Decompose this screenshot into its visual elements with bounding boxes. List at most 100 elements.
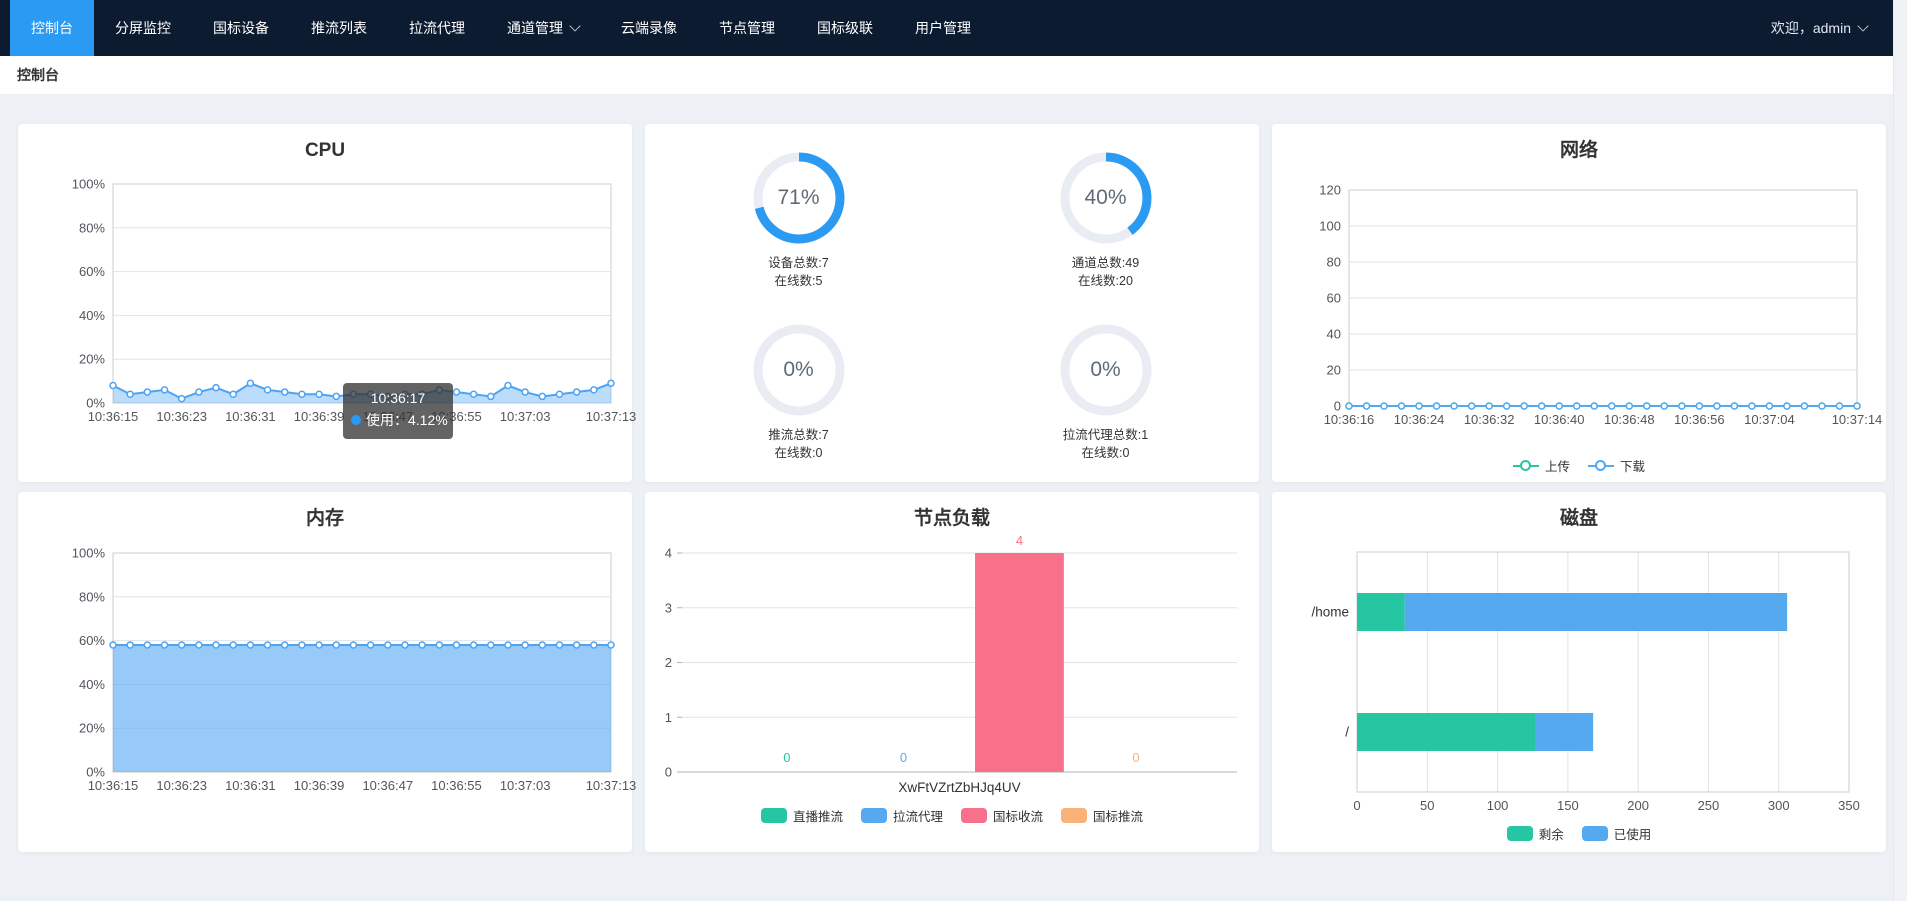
legend-item-2[interactable]: 下载 bbox=[1588, 456, 1645, 475]
disk-panel: 磁盘 050100150200250300350/home/ 剩余已使用 bbox=[1272, 492, 1886, 852]
dashboard-grid: CPU 0%20%40%60%80%100%10:36:1510:36:2310… bbox=[18, 124, 1907, 852]
gauge-2: 40%通道总数:49在线数:20 bbox=[952, 148, 1259, 290]
legend-label: 拉流代理 bbox=[893, 806, 943, 825]
nav-item-label: 拉流代理 bbox=[409, 18, 465, 38]
svg-text:10:37:13: 10:37:13 bbox=[586, 409, 637, 424]
legend-swatch-icon bbox=[1061, 808, 1087, 823]
svg-text:0: 0 bbox=[783, 750, 790, 765]
nav-item-4[interactable]: 推流列表 bbox=[290, 0, 388, 56]
gauge-ring: 71% bbox=[749, 148, 849, 248]
svg-text:10:37:03: 10:37:03 bbox=[500, 778, 551, 793]
legend-line-circle-icon bbox=[1588, 460, 1614, 472]
network-legend: 上传下载 bbox=[1513, 456, 1645, 475]
scrollbar[interactable] bbox=[1893, 0, 1907, 901]
nodeload-chart[interactable]: 012340040XwFtVZrtZbHJq4UV bbox=[652, 540, 1252, 798]
nav-item-6[interactable]: 通道管理 bbox=[486, 0, 600, 56]
legend-line-circle-icon bbox=[1513, 460, 1539, 472]
svg-text:60%: 60% bbox=[79, 633, 105, 648]
svg-text:10:36:39: 10:36:39 bbox=[294, 778, 345, 793]
legend-swatch-icon bbox=[961, 808, 987, 823]
legend-item-2[interactable]: 已使用 bbox=[1582, 824, 1652, 843]
legend-item-3[interactable]: 国标收流 bbox=[961, 806, 1043, 825]
svg-text:10:36:48: 10:36:48 bbox=[1604, 412, 1655, 427]
svg-text:10:37:14: 10:37:14 bbox=[1832, 412, 1883, 427]
breadcrumb-bar: 控制台 bbox=[0, 56, 1893, 94]
legend-item-4[interactable]: 国标推流 bbox=[1061, 806, 1143, 825]
legend-label: 国标推流 bbox=[1093, 806, 1143, 825]
chevron-down-icon bbox=[569, 20, 580, 31]
svg-text:10:36:23: 10:36:23 bbox=[156, 409, 207, 424]
user-menu-label: 欢迎，admin bbox=[1771, 18, 1851, 38]
svg-text:2: 2 bbox=[665, 655, 672, 670]
svg-text:3: 3 bbox=[665, 600, 672, 615]
legend-swatch-icon bbox=[1582, 826, 1608, 841]
nav-item-label: 推流列表 bbox=[311, 18, 367, 38]
network-panel-title: 网络 bbox=[1560, 138, 1598, 164]
gauge-caption: 拉流代理总数:1在线数:0 bbox=[1063, 426, 1148, 462]
legend-swatch-icon bbox=[761, 808, 787, 823]
svg-text:10:36:40: 10:36:40 bbox=[1534, 412, 1585, 427]
gauge-online-label: 在线数:0 bbox=[768, 444, 828, 462]
nav-item-label: 节点管理 bbox=[719, 18, 775, 38]
cpu-panel-title: CPU bbox=[305, 138, 345, 164]
nav-item-2[interactable]: 分屏监控 bbox=[94, 0, 192, 56]
legend-item-1[interactable]: 直播推流 bbox=[761, 806, 843, 825]
svg-text:10:36:31: 10:36:31 bbox=[225, 778, 276, 793]
nav-item-3[interactable]: 国标设备 bbox=[192, 0, 290, 56]
nav-item-label: 云端录像 bbox=[621, 18, 677, 38]
gauge-1: 71%设备总数:7在线数:5 bbox=[645, 148, 952, 290]
disk-legend: 剩余已使用 bbox=[1507, 824, 1652, 843]
svg-text:1: 1 bbox=[665, 710, 672, 725]
chevron-down-icon bbox=[1857, 20, 1868, 31]
svg-text:/: / bbox=[1345, 725, 1349, 740]
svg-text:4: 4 bbox=[665, 546, 672, 561]
gauge-percent: 0% bbox=[1056, 320, 1156, 420]
memory-panel: 内存 0%20%40%60%80%100%10:36:1510:36:2310:… bbox=[18, 492, 632, 852]
svg-text:10:36:32: 10:36:32 bbox=[1464, 412, 1515, 427]
svg-text:0: 0 bbox=[1132, 750, 1139, 765]
tooltip-time: 10:36:17 bbox=[343, 390, 453, 406]
memory-chart[interactable]: 0%20%40%60%80%100%10:36:1510:36:2310:36:… bbox=[25, 540, 625, 840]
legend-item-2[interactable]: 拉流代理 bbox=[861, 806, 943, 825]
page-title: 控制台 bbox=[17, 65, 59, 85]
user-menu[interactable]: 欢迎，admin bbox=[1771, 0, 1893, 56]
nodeload-legend: 直播推流 拉流代理 国标收流 国标推流 bbox=[761, 806, 1143, 825]
svg-text:100: 100 bbox=[1319, 219, 1341, 234]
nav-item-5[interactable]: 拉流代理 bbox=[388, 0, 486, 56]
gauge-percent: 71% bbox=[749, 148, 849, 248]
legend-label: 国标收流 bbox=[993, 806, 1043, 825]
nav-item-7[interactable]: 云端录像 bbox=[600, 0, 698, 56]
svg-text:80: 80 bbox=[1327, 255, 1341, 270]
svg-text:300: 300 bbox=[1768, 798, 1790, 813]
nav-item-8[interactable]: 节点管理 bbox=[698, 0, 796, 56]
svg-text:4: 4 bbox=[1016, 533, 1023, 548]
legend-item-1[interactable]: 剩余 bbox=[1507, 824, 1564, 843]
network-chart[interactable]: 02040608010012010:36:1610:36:2410:36:321… bbox=[1279, 172, 1879, 442]
gauge-total-label: 设备总数:7 bbox=[768, 254, 828, 272]
nav-item-10[interactable]: 用户管理 bbox=[894, 0, 992, 56]
cpu-chart[interactable]: 0%20%40%60%80%100%10:36:1510:36:2310:36:… bbox=[25, 172, 625, 472]
svg-text:10:36:16: 10:36:16 bbox=[1324, 412, 1375, 427]
svg-text:10:36:24: 10:36:24 bbox=[1394, 412, 1445, 427]
nav-item-1[interactable]: 控制台 bbox=[10, 0, 94, 56]
svg-text:10:36:55: 10:36:55 bbox=[431, 778, 482, 793]
nav-item-label: 分屏监控 bbox=[115, 18, 171, 38]
svg-text:10:36:15: 10:36:15 bbox=[88, 778, 139, 793]
nav-item-9[interactable]: 国标级联 bbox=[796, 0, 894, 56]
svg-text:0: 0 bbox=[900, 750, 907, 765]
svg-text:10:36:47: 10:36:47 bbox=[362, 778, 413, 793]
svg-text:20: 20 bbox=[1327, 363, 1341, 378]
svg-text:10:36:56: 10:36:56 bbox=[1674, 412, 1725, 427]
gauge-total-label: 拉流代理总数:1 bbox=[1063, 426, 1148, 444]
svg-text:10:36:39: 10:36:39 bbox=[294, 409, 345, 424]
legend-item-1[interactable]: 上传 bbox=[1513, 456, 1570, 475]
svg-text:40: 40 bbox=[1327, 327, 1341, 342]
gauge-percent: 40% bbox=[1056, 148, 1156, 248]
svg-text:100%: 100% bbox=[72, 546, 106, 561]
gauge-total-label: 推流总数:7 bbox=[768, 426, 828, 444]
svg-text:80%: 80% bbox=[79, 589, 105, 604]
nav-item-label: 用户管理 bbox=[915, 18, 971, 38]
nodeload-panel: 节点负载 012340040XwFtVZrtZbHJq4UV 直播推流拉流代理国… bbox=[645, 492, 1259, 852]
gauge-4: 0% 拉流代理总数:1在线数:0 bbox=[952, 320, 1259, 462]
disk-chart[interactable]: 050100150200250300350/home/ bbox=[1279, 540, 1879, 820]
